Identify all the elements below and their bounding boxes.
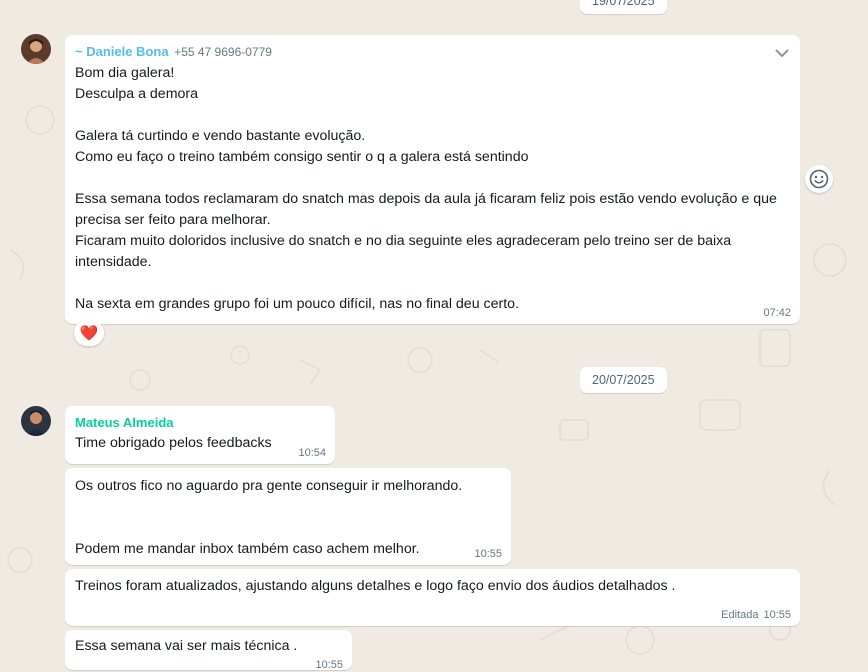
heart-emoji: ❤️ [79,324,99,342]
sender-name[interactable]: ~ Daniele Bona [75,44,169,59]
message-bubble[interactable]: Treinos foram atualizados, ajustando alg… [65,569,800,626]
message-text: Essa semana vai ser mais técnica . [75,638,298,654]
edited-label: Editada [721,609,759,621]
message-bubble[interactable]: Essa semana vai ser mais técnica . 10:55 [65,630,352,671]
sender-phone: +55 47 9696-0779 [174,45,272,59]
message-text: Treinos foram atualizados, ajustando alg… [75,578,676,594]
message-meta: Editada 10:55 [721,608,791,622]
message-bubble-daniele[interactable]: ~ Daniele Bona +55 47 9696-0779 Bom dia … [65,35,800,324]
message-time: 10:55 [763,609,791,621]
avatar-daniele-bona[interactable] [21,34,51,64]
avatar-mateus-almeida[interactable] [21,406,51,436]
message-time: 10:54 [298,447,326,459]
message-time: 07:42 [763,307,791,319]
date-divider: 20/07/2025 [580,367,667,393]
avatar-image [21,406,51,436]
message-bubble[interactable]: Os outros fico no aguardo pra gente cons… [65,468,511,565]
smiley-icon[interactable] [805,165,833,193]
chevron-down-icon[interactable] [774,45,790,61]
message-bubble-mateus[interactable]: Mateus Almeida Time obrigado pelos feedb… [65,406,335,464]
message-text: Bom dia galera! Desculpa a demora Galera… [75,65,777,312]
sender-name[interactable]: Mateus Almeida [75,415,174,430]
message-time: 10:55 [315,659,343,671]
avatar-image [21,34,51,64]
message-sender: ~ Daniele Bona +55 47 9696-0779 [75,42,790,62]
date-divider-top: 19/07/2025 [580,0,667,14]
message-text: Os outros fico no aguardo pra gente cons… [75,478,463,557]
message-text: Time obrigado pelos feedbacks [75,435,272,451]
reaction-heart[interactable]: ❤️ [74,320,104,346]
message-sender: Mateus Almeida [75,413,325,432]
message-time: 10:55 [474,548,502,560]
